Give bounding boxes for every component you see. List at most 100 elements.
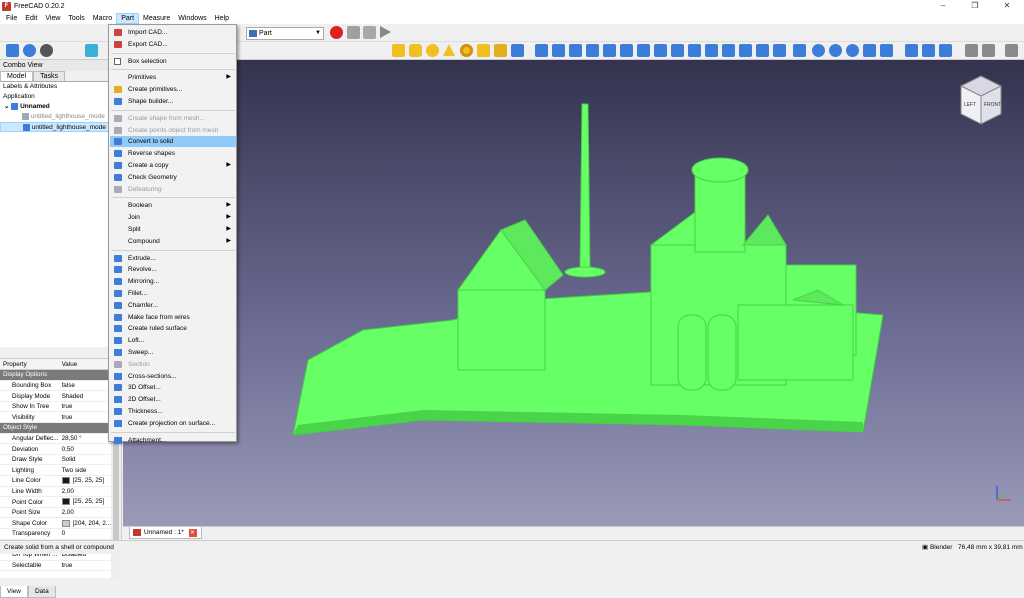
property-value[interactable]: true (58, 411, 112, 424)
property-value[interactable]: [25, 25, 25] (58, 475, 112, 487)
section-icon[interactable] (688, 44, 701, 57)
property-row[interactable]: Draw Style Solid (0, 454, 112, 466)
menu-windows[interactable]: Windows (174, 13, 210, 24)
menu-item-make-face-from-wires[interactable]: Make face from wires (110, 312, 236, 323)
property-value[interactable]: 28,50 ° (58, 433, 112, 445)
menu-help[interactable]: Help (211, 13, 233, 24)
minimize-button[interactable]: – (928, 0, 958, 12)
offset-3d-icon[interactable] (722, 44, 735, 57)
extrude-icon[interactable] (535, 44, 548, 57)
measure-angular-icon[interactable] (982, 44, 995, 57)
menu-item-create-projection-on-surface[interactable]: Create projection on surface... (110, 418, 236, 429)
close-tab-icon[interactable]: ✕ (188, 529, 197, 537)
3d-view[interactable]: LEFT FRONT (123, 60, 1024, 526)
cross-sections-icon[interactable] (705, 44, 718, 57)
property-row[interactable]: Selectable true (0, 560, 112, 572)
property-value[interactable]: 0,50 (58, 443, 112, 455)
macros-icon[interactable] (363, 26, 376, 39)
stop-macro-icon[interactable] (347, 26, 360, 39)
menu-view[interactable]: View (41, 13, 64, 24)
mirror-icon[interactable] (569, 44, 582, 57)
property-value[interactable]: 2,00 (58, 507, 112, 519)
back-icon[interactable] (85, 44, 98, 57)
property-value[interactable]: [25, 25, 25] (58, 496, 112, 508)
tab-model[interactable]: Model (0, 71, 34, 81)
ruled-surface-icon[interactable] (637, 44, 650, 57)
record-macro-icon[interactable] (330, 26, 343, 39)
tree-item-selected[interactable]: untitled_lighthouse_mode (0, 122, 110, 132)
menu-item-create-ruled-surface[interactable]: Create ruled surface (110, 323, 236, 334)
menu-item-compound[interactable]: Compound ▶ (110, 236, 236, 247)
offset-2d-icon[interactable] (739, 44, 752, 57)
menu-item-3d-offset[interactable]: 3D Offset... (110, 382, 236, 393)
property-value[interactable]: Solid (58, 454, 112, 466)
menu-item-loft[interactable]: Loft... (110, 335, 236, 346)
property-value[interactable]: 0 (58, 528, 112, 540)
maximize-button[interactable]: ❐ (960, 0, 990, 12)
fuse-icon[interactable] (829, 44, 842, 57)
face-from-wires-icon[interactable] (620, 44, 633, 57)
cube-icon[interactable] (392, 44, 405, 57)
cone-icon[interactable] (443, 44, 455, 56)
property-row[interactable]: Bounding Box false (0, 380, 112, 392)
property-value[interactable]: 2,00 (58, 486, 112, 498)
property-row[interactable]: Show In Tree true (0, 401, 112, 413)
menu-item-join[interactable]: Join ▶ (110, 212, 236, 223)
property-row[interactable]: Transparency 0 (0, 528, 112, 540)
property-group[interactable]: Display Options (0, 369, 112, 381)
check-geometry-icon[interactable] (905, 44, 918, 57)
revolve-icon[interactable] (552, 44, 565, 57)
menu-item-check-geometry[interactable]: Check Geometry (110, 172, 236, 183)
menu-item-convert-to-solid[interactable]: Convert to solid (110, 136, 236, 148)
draw-style-icon[interactable] (40, 44, 53, 57)
primitives-icon[interactable] (494, 44, 507, 57)
tree-item[interactable]: untitled_lighthouse_mode (0, 112, 121, 122)
navigation-cube[interactable]: LEFT FRONT (951, 70, 1011, 132)
property-row[interactable]: Line Width 2,00 (0, 486, 112, 498)
property-row[interactable]: Angular Deflec... 28,50 ° (0, 433, 112, 445)
boolean-icon[interactable] (793, 44, 806, 57)
menu-item-split[interactable]: Split ▶ (110, 224, 236, 235)
measure-clear-icon[interactable] (1005, 44, 1018, 57)
property-value[interactable]: Shaded (58, 390, 112, 402)
menu-item-sweep[interactable]: Sweep... (110, 347, 236, 358)
property-row[interactable]: Lighting Two side (0, 464, 112, 477)
collapse-icon[interactable]: ⌄ (4, 103, 9, 110)
property-value[interactable]: false (58, 380, 112, 392)
chamfer-icon[interactable] (603, 44, 616, 57)
projection-icon[interactable] (773, 44, 786, 57)
menu-file[interactable]: File (2, 13, 21, 24)
menu-tools[interactable]: Tools (64, 13, 88, 24)
menu-item-create-a-copy[interactable]: Create a copy ▶ (110, 160, 236, 171)
menu-item-export-cad[interactable]: Export CAD... (110, 39, 236, 50)
menu-item-import-cad[interactable]: Import CAD... (110, 27, 236, 38)
property-row[interactable]: Display Mode Shaded (0, 390, 112, 402)
property-row[interactable]: Point Size 2,00 (0, 507, 112, 519)
menu-edit[interactable]: Edit (21, 13, 41, 24)
menu-item-revolve[interactable]: Revolve... (110, 264, 236, 275)
menu-item-fillet[interactable]: Fillet... (110, 288, 236, 299)
navigation-style[interactable]: ▣ Blender (922, 541, 952, 554)
menu-item-chamfer[interactable]: Chamfer... (110, 300, 236, 311)
menu-item-mirroring[interactable]: Mirroring... (110, 276, 236, 287)
loft-icon[interactable] (654, 44, 667, 57)
property-group[interactable]: Object Style (0, 422, 112, 434)
menu-item-extrude[interactable]: Extrude... (110, 253, 236, 264)
cut-icon[interactable] (812, 44, 825, 57)
property-row[interactable]: Shape Color [204, 204, 2... (0, 517, 112, 529)
property-value[interactable]: true (58, 401, 112, 413)
menu-item-attachment[interactable]: Attachment... (110, 435, 236, 446)
menu-item-shape-builder[interactable]: Shape builder... (110, 96, 236, 107)
sweep-icon[interactable] (671, 44, 684, 57)
shape-builder-icon[interactable] (511, 44, 524, 57)
close-button[interactable]: ✕ (992, 0, 1022, 12)
lighthouse-model[interactable] (123, 60, 1024, 526)
property-value[interactable]: [204, 204, 2... (58, 517, 112, 529)
execute-macro-icon[interactable] (380, 26, 391, 38)
menu-item-create-primitives[interactable]: Create primitives... (110, 84, 236, 95)
workbench-selector[interactable]: Part ▼ (246, 27, 324, 40)
menu-item-reverse-shapes[interactable]: Reverse shapes (110, 148, 236, 159)
menu-item-thickness[interactable]: Thickness... (110, 406, 236, 417)
tab-view[interactable]: View (0, 586, 28, 598)
thickness-icon[interactable] (756, 44, 769, 57)
